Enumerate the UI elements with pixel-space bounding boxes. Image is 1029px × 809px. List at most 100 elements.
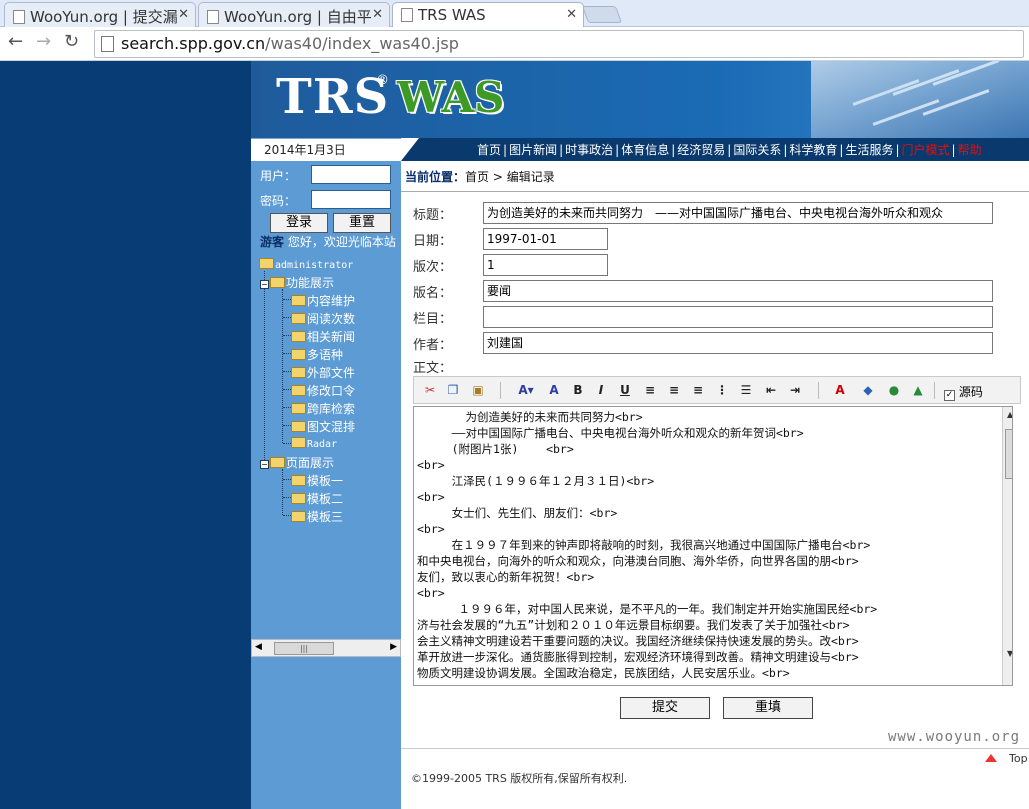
tree-item[interactable]: 图文混排 [291, 418, 355, 435]
source-checkbox[interactable]: ✓ [944, 390, 955, 401]
source-toggle[interactable]: ✓ 源码 [944, 383, 983, 401]
collapse-icon[interactable]: − [260, 280, 269, 289]
menu-item-portal[interactable]: 门户模式 [902, 143, 950, 157]
browser-tab[interactable]: WooYun.org | 自由平 ✕ [198, 2, 390, 27]
author-input[interactable]: 刘建国 [483, 332, 993, 354]
tree-item[interactable]: 内容维护 [291, 292, 355, 309]
folder-icon [291, 331, 306, 342]
underline-icon[interactable]: U [617, 383, 633, 398]
browser-tab[interactable]: WooYun.org | 提交漏 ✕ [4, 2, 196, 27]
tree-item[interactable]: Radar [291, 436, 337, 450]
align-center-icon[interactable]: ≡ [666, 383, 682, 398]
scroll-down-icon[interactable]: ▼ [1007, 649, 1012, 658]
user-label: 用户： [260, 169, 297, 183]
folder-icon [291, 421, 306, 432]
menu-item[interactable]: 图片新闻 [509, 143, 557, 157]
tree-item-label: 内容维护 [307, 294, 356, 308]
outdent-icon[interactable]: ⇤ [763, 383, 779, 398]
editor-toolbar: ✂ ❐ ▣ A▾ A B I U ≡ ≡ ≡ ⋮ ☰ ⇤ ⇥ A ◆ ● ▲ ✓… [413, 376, 1021, 404]
tree-scrollbar[interactable]: ◀ ||| ▶ [251, 639, 401, 657]
menu-item[interactable]: 首页 [477, 143, 501, 157]
reset-button[interactable]: 重置 [333, 213, 391, 233]
rich-text-editor[interactable]: 为创造美好的未来而共同努力<br> ——对中国国际广播电台、中央电视台海外听众和… [413, 406, 1013, 686]
column-input[interactable] [483, 306, 993, 328]
date-input[interactable]: 1997-01-01 [483, 228, 608, 250]
menu-item[interactable]: 体育信息 [621, 143, 669, 157]
scroll-right-icon[interactable]: ▶ [390, 642, 397, 652]
section-input[interactable]: 要闻 [483, 280, 993, 302]
tree-item-label: 修改口令 [307, 384, 356, 398]
unordered-list-icon[interactable]: ☰ [738, 383, 754, 398]
tree-item[interactable]: 模板二 [291, 490, 343, 507]
browser-tab-active[interactable]: TRS WAS ✕ [392, 2, 584, 28]
tree-group-features[interactable]: − 功能展示 [260, 274, 334, 291]
folder-icon [291, 403, 306, 414]
close-icon[interactable]: ✕ [372, 7, 383, 22]
scroll-up-icon[interactable]: ▲ [1007, 410, 1012, 419]
collapse-icon[interactable]: − [260, 460, 269, 469]
menu-item[interactable]: 时事政治 [565, 143, 613, 157]
bold-icon[interactable]: B [570, 383, 586, 398]
tree-group-pages[interactable]: − 页面展示 [260, 454, 334, 471]
link-icon[interactable]: ● [886, 383, 902, 398]
italic-icon[interactable]: I [593, 383, 609, 398]
tree-group-label: 功能展示 [286, 276, 335, 290]
menu-item[interactable]: 生活服务 [845, 143, 893, 157]
highlight-color-icon[interactable]: ◆ [860, 383, 876, 398]
editor-scrollbar[interactable]: ▲ ▼ [1002, 407, 1012, 685]
logo-was: WAS [397, 73, 505, 122]
paste-icon[interactable]: ▣ [470, 383, 486, 398]
refill-button[interactable]: 重填 [723, 697, 813, 719]
back-icon[interactable]: ← [8, 31, 23, 52]
tree-item[interactable]: 模板三 [291, 508, 343, 525]
scroll-left-icon[interactable]: ◀ [255, 642, 262, 652]
close-icon[interactable]: ✕ [566, 7, 577, 22]
function-tree: administrator − 功能展示 内容维护 阅读次数 相关新闻 多语种 外… [251, 255, 401, 647]
top-menu: 首页 | 图片新闻 | 时事政治 | 体育信息 | 经济贸易 | 国际关系 | 科学教育 | 生活服务 | 门户… [477, 143, 982, 157]
folder-icon [291, 511, 306, 522]
folder-icon [259, 258, 274, 269]
forward-icon[interactable]: → [36, 31, 51, 52]
cut-icon[interactable]: ✂ [422, 383, 438, 398]
submit-button[interactable]: 提交 [620, 697, 710, 719]
menu-item[interactable]: 国际关系 [733, 143, 781, 157]
folder-icon [291, 475, 306, 486]
new-tab-button[interactable] [581, 6, 623, 23]
edition-input[interactable]: 1 [483, 254, 608, 276]
reload-icon[interactable]: ↻ [64, 31, 79, 52]
password-input[interactable] [311, 190, 391, 209]
tree-item[interactable]: 多语种 [291, 346, 343, 363]
datetime-corner [401, 138, 419, 161]
tab-title: WooYun.org | 提交漏 [30, 8, 178, 26]
indent-icon[interactable]: ⇥ [787, 383, 803, 398]
username-input[interactable] [311, 165, 391, 184]
tree-item[interactable]: 跨库检索 [291, 400, 355, 417]
address-bar[interactable]: search.spp.gov.cn/was40/index_was40.jsp [94, 30, 1024, 58]
copy-icon[interactable]: ❐ [445, 383, 461, 398]
align-right-icon[interactable]: ≡ [690, 383, 706, 398]
tree-item[interactable]: 外部文件 [291, 364, 355, 381]
editor-content[interactable]: 为创造美好的未来而共同努力<br> ——对中国国际广播电台、中央电视台海外听众和… [414, 407, 1012, 681]
align-left-icon[interactable]: ≡ [642, 383, 658, 398]
image-icon[interactable]: ▲ [910, 383, 926, 398]
tree-item[interactable]: 模板一 [291, 472, 343, 489]
back-to-top-link[interactable]: Top [985, 752, 1028, 765]
scroll-thumb[interactable]: ||| [274, 642, 334, 655]
password-label: 密码： [260, 194, 297, 208]
scroll-thumb[interactable] [1005, 429, 1012, 479]
menu-item[interactable]: 经济贸易 [677, 143, 725, 157]
tree-item[interactable]: 阅读次数 [291, 310, 355, 327]
tree-item[interactable]: 相关新闻 [291, 328, 355, 345]
close-icon[interactable]: ✕ [178, 7, 189, 22]
title-input[interactable]: 为创造美好的未来而共同努力 ——对中国国际广播电台、中央电视台海外听众和观众 [483, 202, 993, 224]
font-family-icon[interactable]: A▾ [514, 383, 538, 398]
ordered-list-icon[interactable]: ⋮ [714, 383, 730, 398]
text-color-icon[interactable]: A [832, 383, 848, 398]
font-size-icon[interactable]: A [546, 383, 562, 398]
tree-item[interactable]: 修改口令 [291, 382, 355, 399]
menu-item[interactable]: 科学教育 [789, 143, 837, 157]
title-label: 标题： [413, 208, 453, 223]
tree-root[interactable]: administrator [259, 257, 353, 271]
login-button[interactable]: 登录 [270, 213, 328, 233]
menu-item-help[interactable]: 帮助 [958, 143, 982, 157]
